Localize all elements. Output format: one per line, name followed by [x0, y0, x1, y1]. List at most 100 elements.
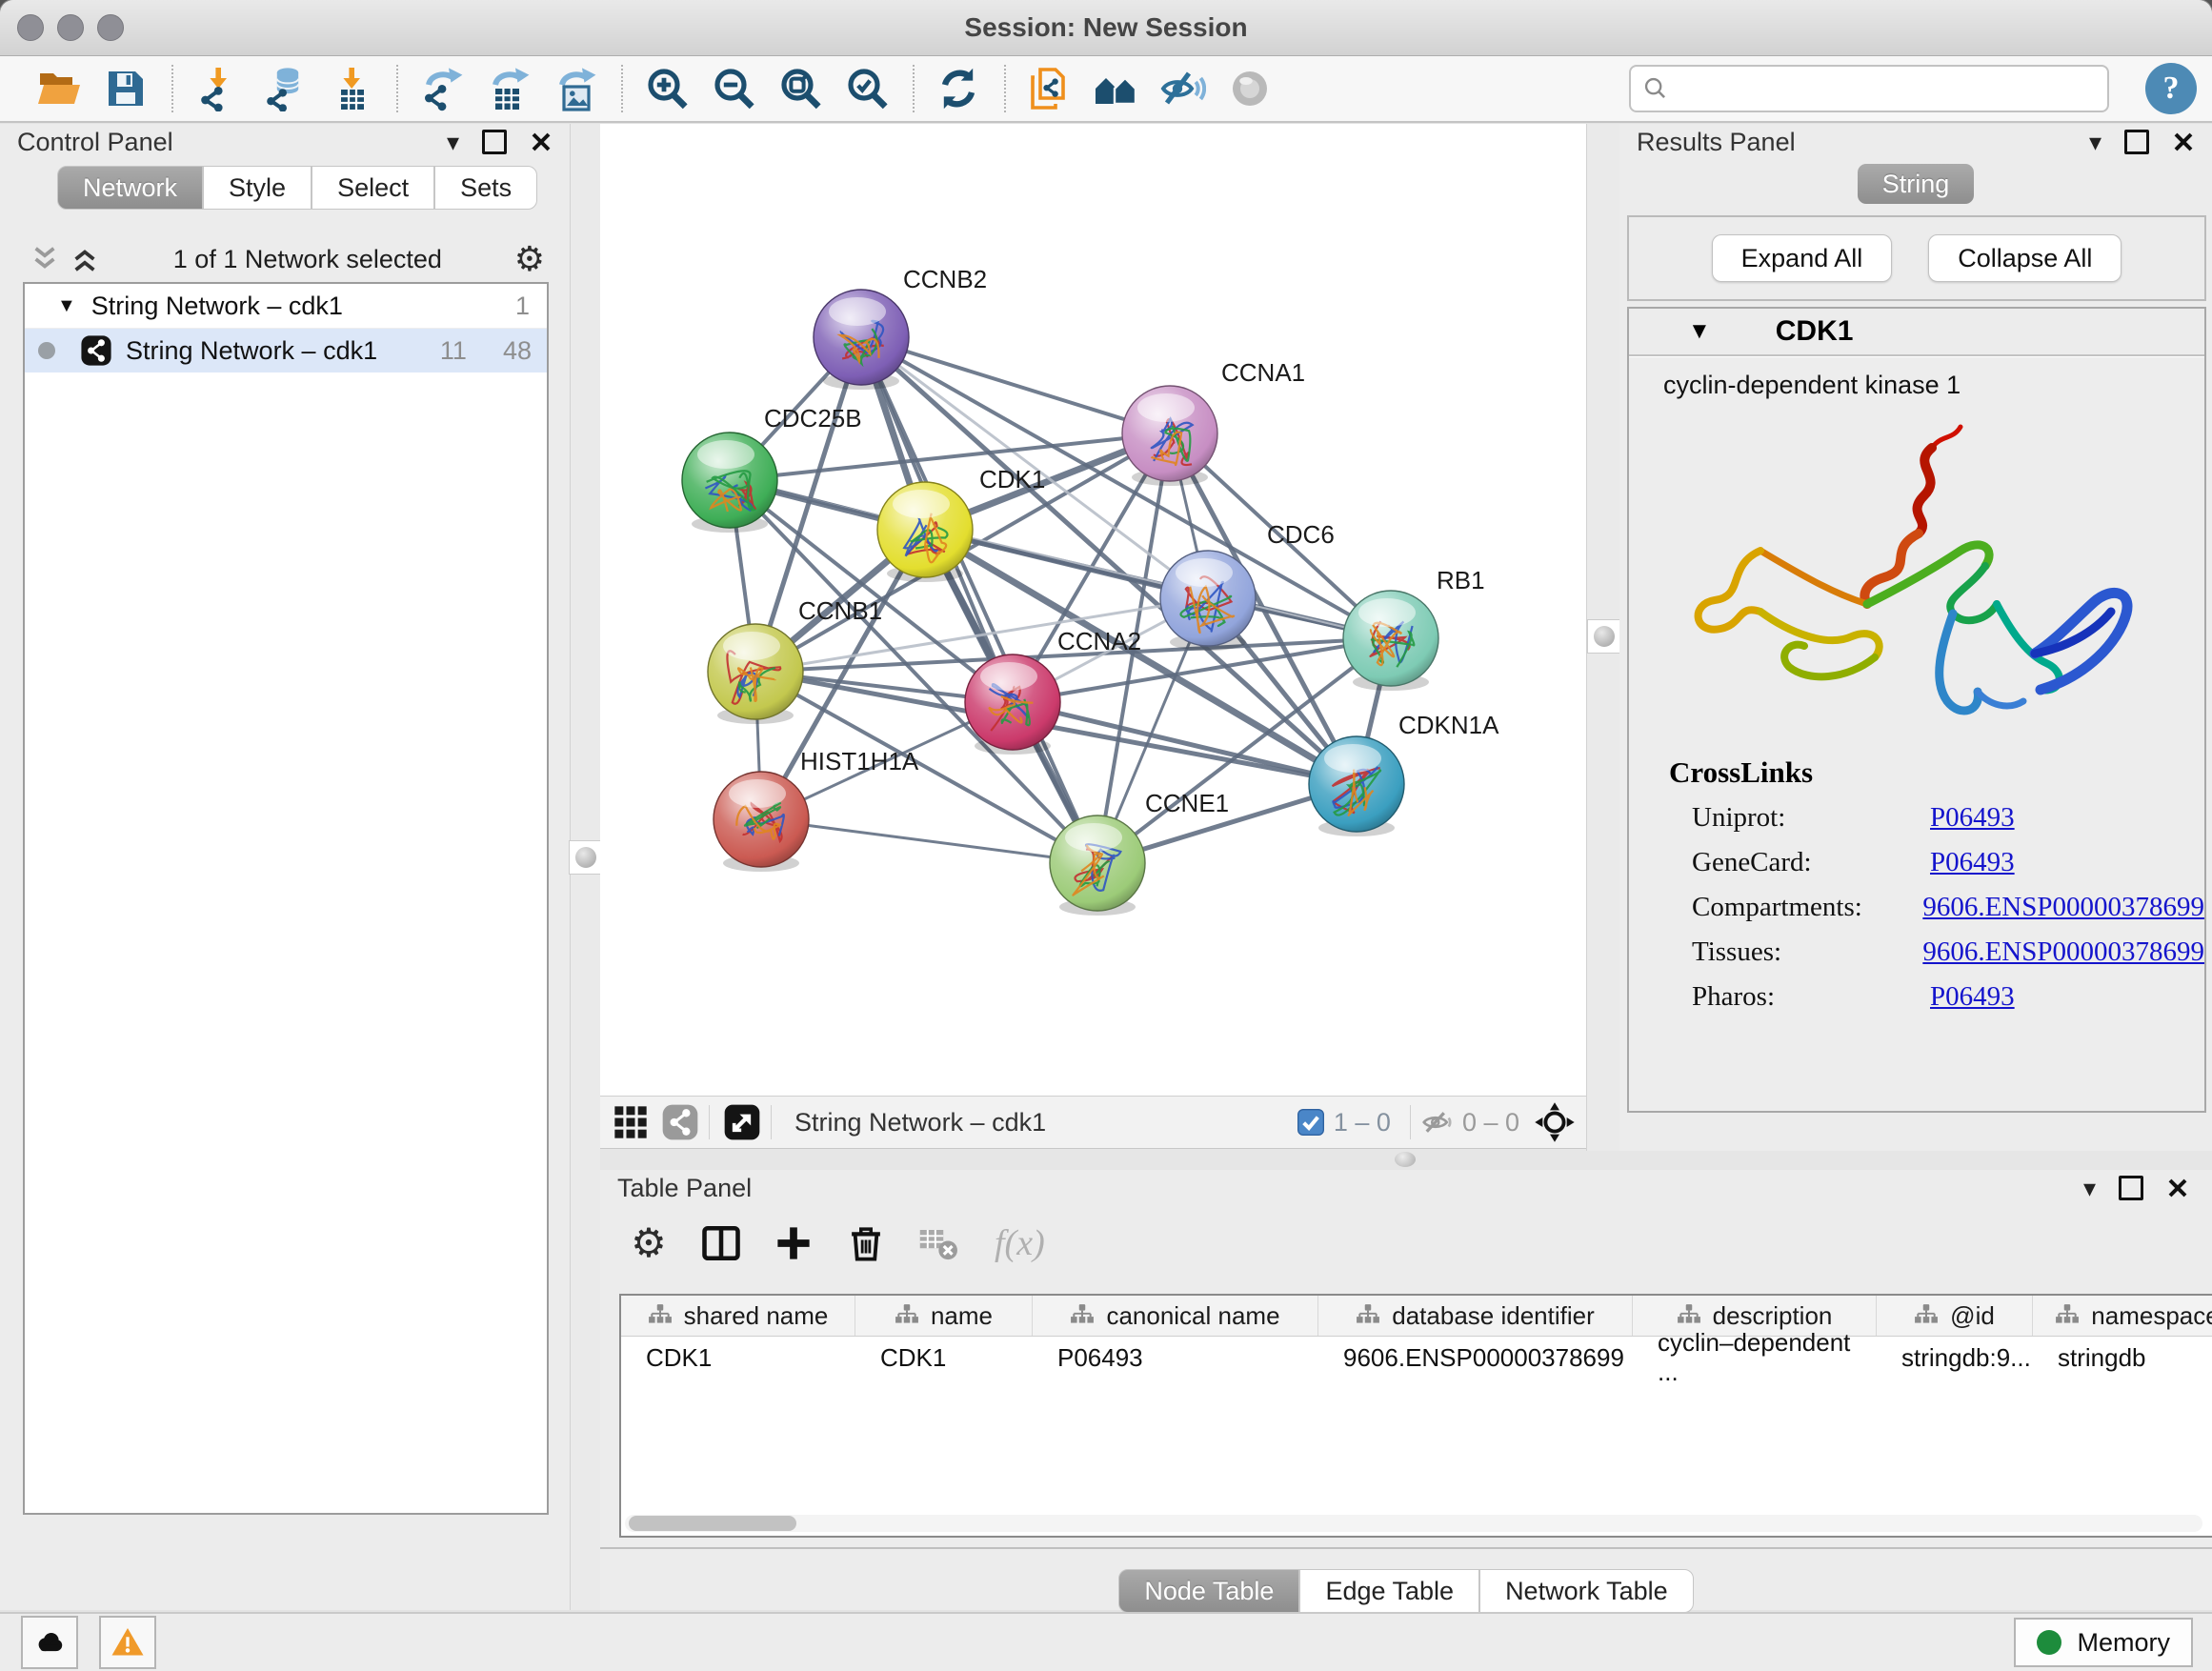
- clone-network-button[interactable]: [1023, 62, 1076, 115]
- memory-button[interactable]: Memory: [2014, 1618, 2193, 1667]
- warning-status-button[interactable]: [99, 1616, 156, 1669]
- export-table-button[interactable]: [482, 62, 535, 115]
- tab-style[interactable]: Style: [203, 166, 312, 210]
- network-edge[interactable]: [861, 337, 1170, 433]
- zoom-selected-button[interactable]: [840, 62, 894, 115]
- open-in-window-icon[interactable]: [723, 1103, 761, 1141]
- crosslink-link[interactable]: P06493: [1930, 981, 2015, 1013]
- network-collection-row[interactable]: ▼ String Network – cdk1 1: [25, 284, 547, 329]
- collapse-all-chevron-icon[interactable]: [29, 245, 61, 273]
- right-splitter-grip[interactable]: [1587, 619, 1621, 654]
- expand-all-chevron-icon[interactable]: [69, 245, 101, 273]
- show-all-networks-button[interactable]: [1090, 62, 1143, 115]
- add-row-plus-icon[interactable]: [772, 1221, 815, 1265]
- results-panel-float-icon[interactable]: [2124, 130, 2149, 154]
- search-input[interactable]: [1679, 73, 2107, 105]
- hide-unhide-button[interactable]: [1156, 62, 1210, 115]
- collapse-all-button[interactable]: Collapse All: [1928, 234, 2122, 282]
- results-panel-close-icon[interactable]: [2172, 131, 2195, 153]
- export-image-button[interactable]: [549, 62, 602, 115]
- refresh-button[interactable]: [932, 62, 985, 115]
- crosslink-link[interactable]: 9606.ENSP00000378699: [1922, 936, 2204, 968]
- open-session-button[interactable]: [32, 62, 86, 115]
- birdseye-grid-icon[interactable]: [612, 1103, 650, 1141]
- network-options-gear-icon[interactable]: ⚙: [514, 242, 545, 276]
- column-header-namespace[interactable]: namespace: [2033, 1296, 2212, 1336]
- tab-string[interactable]: String: [1858, 164, 1975, 204]
- table-horizontal-scrollbar[interactable]: [625, 1515, 2202, 1532]
- network-node-HIST1H1A[interactable]: [714, 772, 809, 872]
- string-share-icon[interactable]: [661, 1103, 699, 1141]
- right-splitter[interactable]: [1586, 124, 1621, 1151]
- delete-table-icon[interactable]: [916, 1221, 960, 1265]
- left-splitter[interactable]: [570, 124, 602, 1610]
- network-node-CCNB1[interactable]: [708, 624, 803, 724]
- network-edge[interactable]: [761, 819, 1097, 863]
- control-panel-float-icon[interactable]: [482, 130, 507, 154]
- column-header--id[interactable]: @id: [1877, 1296, 2033, 1336]
- network-row[interactable]: String Network – cdk1 11 48: [25, 329, 547, 372]
- save-session-button[interactable]: [99, 62, 152, 115]
- table-cell[interactable]: 9606.ENSP00000378699: [1318, 1337, 1633, 1379]
- gene-section-header[interactable]: ▼ CDK1: [1629, 309, 2204, 356]
- tab-sets[interactable]: Sets: [434, 166, 537, 210]
- network-edge[interactable]: [861, 337, 1097, 863]
- tab-network[interactable]: Network: [57, 166, 203, 210]
- tab-select[interactable]: Select: [312, 166, 434, 210]
- crosslink-link[interactable]: P06493: [1930, 847, 2015, 878]
- control-panel-menu-caret-icon[interactable]: ▾: [447, 130, 459, 154]
- table-cell[interactable]: stringdb: [2033, 1337, 2212, 1379]
- function-builder-icon[interactable]: f(x): [995, 1222, 1045, 1264]
- table-cell[interactable]: CDK1: [855, 1337, 1033, 1379]
- table-cell[interactable]: CDK1: [621, 1337, 855, 1379]
- network-node-RB1[interactable]: [1343, 591, 1438, 691]
- column-header-shared-name[interactable]: shared name: [621, 1296, 855, 1336]
- export-network-button[interactable]: [415, 62, 469, 115]
- show-columns-icon[interactable]: [699, 1221, 743, 1265]
- left-splitter-grip[interactable]: [569, 840, 603, 875]
- table-panel-close-icon[interactable]: [2166, 1177, 2189, 1199]
- column-header-database-identifier[interactable]: database identifier: [1318, 1296, 1633, 1336]
- table-row[interactable]: CDK1CDK1P064939606.ENSP00000378699cyclin…: [621, 1337, 2212, 1379]
- selected-checkbox-icon[interactable]: [1296, 1107, 1326, 1137]
- gene-expand-triangle-icon[interactable]: ▼: [1688, 318, 1711, 345]
- zoom-fit-button[interactable]: [774, 62, 827, 115]
- zoom-in-button[interactable]: [640, 62, 694, 115]
- network-node-CDKN1A[interactable]: [1309, 736, 1404, 836]
- table-settings-gear-icon[interactable]: ⚙: [627, 1221, 671, 1265]
- expand-all-button[interactable]: Expand All: [1712, 234, 1893, 282]
- delete-trash-icon[interactable]: [844, 1221, 888, 1265]
- scrollbar-thumb[interactable]: [629, 1516, 796, 1531]
- horizontal-splitter[interactable]: [600, 1149, 2212, 1170]
- network-node-CDC6[interactable]: [1160, 551, 1256, 651]
- results-panel-menu-caret-icon[interactable]: ▾: [2089, 130, 2101, 154]
- table-cell[interactable]: cyclin–dependent ...: [1633, 1337, 1877, 1379]
- table-panel-menu-caret-icon[interactable]: ▾: [2083, 1176, 2096, 1200]
- collection-expand-triangle-icon[interactable]: ▼: [57, 295, 76, 317]
- horizontal-splitter-grip[interactable]: [1395, 1152, 1416, 1167]
- network-edge[interactable]: [1013, 702, 1357, 784]
- import-table-button[interactable]: [324, 62, 377, 115]
- table-panel-float-icon[interactable]: [2119, 1176, 2143, 1200]
- table-cell[interactable]: stringdb:9...: [1877, 1337, 2033, 1379]
- import-network-button[interactable]: [191, 62, 244, 115]
- network-view-canvas[interactable]: CCNB2CCNA1CDC25BCDK1CDC6RB1CCNB1CCNA2CDK…: [600, 124, 1586, 1096]
- preview-eye-button[interactable]: [1223, 62, 1277, 115]
- crosslink-link[interactable]: 9606.ENSP00000378699: [1922, 892, 2204, 923]
- tab-edge-table[interactable]: Edge Table: [1299, 1569, 1479, 1613]
- column-header-name[interactable]: name: [855, 1296, 1033, 1336]
- column-header-canonical-name[interactable]: canonical name: [1033, 1296, 1318, 1336]
- network-node-CCNE1[interactable]: [1050, 815, 1145, 916]
- table-cell[interactable]: P06493: [1033, 1337, 1318, 1379]
- network-graph[interactable]: CCNB2CCNA1CDC25BCDK1CDC6RB1CCNB1CCNA2CDK…: [600, 124, 1586, 1096]
- network-node-CCNA1[interactable]: [1122, 386, 1217, 486]
- import-network-from-database-button[interactable]: [257, 62, 311, 115]
- fit-content-crosshair-icon[interactable]: [1533, 1100, 1577, 1144]
- cloud-status-button[interactable]: [21, 1616, 78, 1669]
- hidden-eye-icon[interactable]: [1420, 1105, 1455, 1139]
- zoom-out-button[interactable]: [707, 62, 760, 115]
- crosslink-link[interactable]: P06493: [1930, 802, 2015, 834]
- tab-network-table[interactable]: Network Table: [1479, 1569, 1694, 1613]
- tab-node-table[interactable]: Node Table: [1118, 1569, 1299, 1613]
- control-panel-close-icon[interactable]: [530, 131, 553, 153]
